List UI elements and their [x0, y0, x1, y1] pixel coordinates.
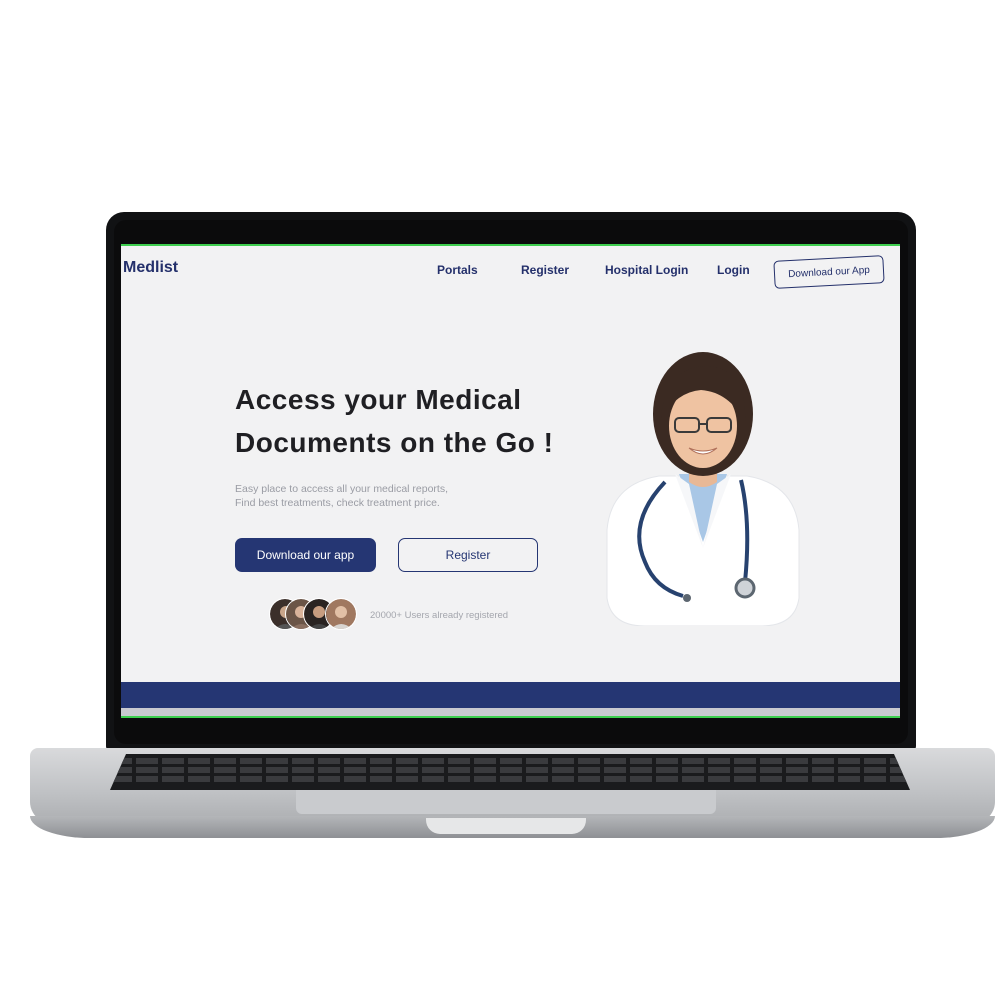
- key-row: [110, 758, 910, 764]
- nav-download-app-button[interactable]: Download our App: [773, 255, 885, 289]
- brand-logo[interactable]: Medlist: [123, 259, 178, 277]
- nav-login[interactable]: Login: [717, 263, 750, 277]
- users-registered-text: 20000+ Users already registered: [370, 610, 509, 621]
- nav-register[interactable]: Register: [521, 263, 569, 277]
- laptop-notch: [426, 818, 586, 834]
- nav-hospital-login[interactable]: Hospital Login: [605, 263, 688, 277]
- nav-portals[interactable]: Portals: [437, 263, 478, 277]
- hero-title-line: Access your Medical: [235, 384, 522, 415]
- register-button[interactable]: Register: [398, 538, 538, 572]
- download-app-button[interactable]: Download our app: [235, 538, 376, 572]
- hero-subtitle-line: Easy place to access all your medical re…: [235, 483, 449, 495]
- doctor-photo: [606, 352, 800, 626]
- key-row: [110, 776, 910, 782]
- key-row: [110, 767, 910, 773]
- footer-strip: [121, 708, 900, 716]
- hero-subtitle: Easy place to access all your medical re…: [235, 482, 495, 510]
- laptop-screen: Medlist Portals Register Hospital Login …: [121, 244, 900, 718]
- laptop-trackpad: [296, 790, 716, 814]
- hero-title-line: Documents on the Go !: [235, 427, 554, 458]
- footer-band: [121, 682, 900, 708]
- user-avatars: [269, 598, 359, 630]
- avatar: [325, 598, 357, 630]
- hero-subtitle-line: Find best treatments, check treatment pr…: [235, 497, 440, 509]
- laptop-keyboard: [110, 754, 910, 790]
- hero-title: Access your Medical Documents on the Go …: [235, 378, 595, 464]
